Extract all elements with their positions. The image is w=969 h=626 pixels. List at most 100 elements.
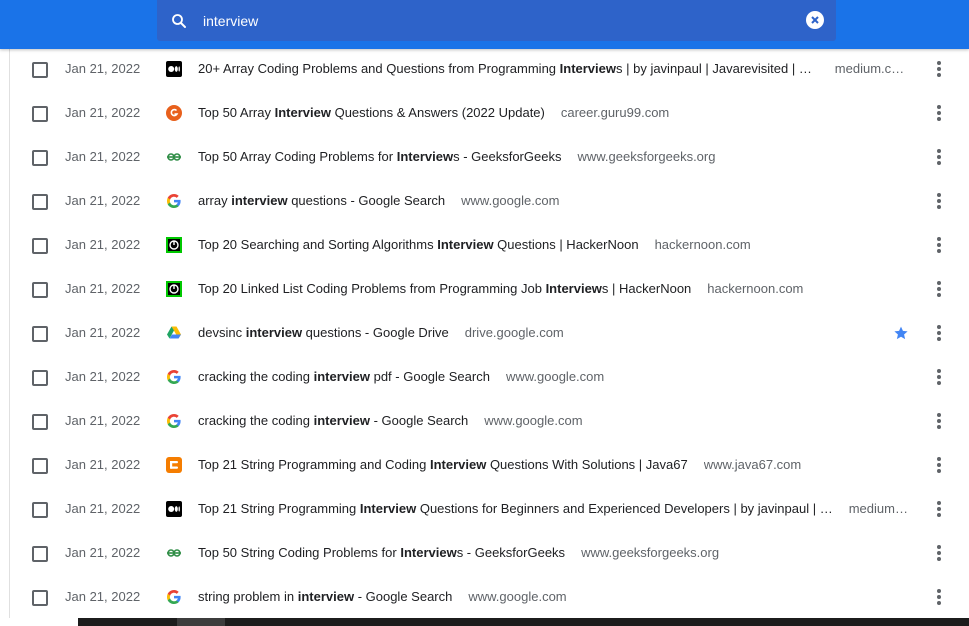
row-checkbox[interactable] (32, 414, 48, 430)
row-checkbox[interactable] (32, 458, 48, 474)
row-title-link[interactable]: Top 21 String Programming and Coding Int… (198, 456, 688, 474)
row-date: Jan 21, 2022 (65, 281, 141, 296)
row-title-link[interactable]: Top 50 String Coding Problems for Interv… (198, 544, 565, 562)
title-text: Top 21 String Programming (198, 501, 360, 516)
row-domain: www.google.com (468, 589, 567, 604)
row-title-link[interactable]: devsinc interview questions - Google Dri… (198, 324, 449, 342)
history-row[interactable]: Jan 21, 2022 Top 50 Array Interview Quest… (10, 91, 969, 135)
row-checkbox[interactable] (32, 502, 48, 518)
row-title-link[interactable]: 20+ Array Coding Problems and Questions … (198, 60, 819, 78)
row-checkbox[interactable] (32, 546, 48, 562)
history-row[interactable]: Jan 21, 2022 string problem in interview … (10, 575, 969, 619)
clear-search-button[interactable] (806, 11, 824, 29)
title-text: cracking the coding (198, 413, 314, 428)
row-checkbox[interactable] (32, 238, 48, 254)
row-domain: www.google.com (505, 369, 605, 384)
taskbar-active-item[interactable] (177, 618, 225, 626)
more-actions-button[interactable] (929, 323, 949, 343)
row-checkbox[interactable] (32, 282, 48, 298)
row-title-link[interactable]: cracking the coding interview - Google S… (198, 412, 468, 430)
row-domain: www.geeksforgeeks.org (577, 149, 716, 164)
medium-icon (166, 61, 182, 77)
row-checkbox[interactable] (32, 326, 48, 342)
row-content: Top 21 String Programming Interview Ques… (198, 500, 909, 518)
row-content: Top 20 Linked List Coding Problems from … (198, 280, 909, 298)
more-actions-button[interactable] (929, 103, 949, 123)
more-actions-button[interactable] (929, 499, 949, 519)
row-domain: medium.... (848, 501, 909, 516)
history-row[interactable]: Jan 21, 2022 Top 21 String Programming In… (10, 487, 969, 531)
title-text: Questions for Beginners and Experienced … (416, 501, 833, 516)
title-text: Top 20 Searching and Sorting Algorithms (198, 237, 438, 252)
row-date: Jan 21, 2022 (65, 237, 141, 252)
toolbar (0, 0, 969, 49)
more-actions-button[interactable] (929, 235, 949, 255)
title-text: - Google Search (354, 589, 453, 604)
more-actions-button[interactable] (929, 191, 949, 211)
more-actions-button[interactable] (929, 279, 949, 299)
more-actions-button[interactable] (929, 59, 949, 79)
title-match-highlight: Interview (274, 105, 331, 120)
row-title-link[interactable]: Top 20 Linked List Coding Problems from … (198, 280, 691, 298)
guru99-icon (166, 105, 182, 121)
row-checkbox[interactable] (32, 150, 48, 166)
more-actions-button[interactable] (929, 455, 949, 475)
row-content: Top 50 Array Interview Questions & Answe… (198, 104, 909, 122)
title-text: devsinc (198, 325, 246, 340)
row-date: Jan 21, 2022 (65, 501, 141, 516)
row-checkbox[interactable] (32, 370, 48, 386)
title-text: pdf - Google Search (369, 369, 490, 384)
hackernoon-icon (166, 237, 182, 253)
row-domain: career.guru99.com (560, 105, 670, 120)
star-icon[interactable] (893, 325, 909, 341)
history-row[interactable]: Jan 21, 2022 cracking the coding intervie… (10, 355, 969, 399)
title-text: Questions With Solutions | Java67 (486, 457, 688, 472)
row-checkbox[interactable] (32, 590, 48, 606)
row-content: 20+ Array Coding Problems and Questions … (198, 60, 909, 78)
row-title-link[interactable]: array interview questions - Google Searc… (198, 192, 445, 210)
history-row[interactable]: Jan 21, 2022 20+ Array Coding Problems an… (10, 47, 969, 91)
title-text: s | by javinpaul | Javarevisited | M... (616, 61, 819, 76)
row-checkbox[interactable] (32, 106, 48, 122)
title-text: string problem in (198, 589, 298, 604)
geeksforgeeks-icon (166, 149, 182, 165)
history-row[interactable]: Jan 21, 2022 Top 50 String Coding Problem… (10, 531, 969, 575)
row-title-link[interactable]: Top 21 String Programming Interview Ques… (198, 500, 833, 518)
history-row[interactable]: Jan 21, 2022 Top 21 String Programming an… (10, 443, 969, 487)
history-row[interactable]: Jan 21, 2022 Top 20 Linked List Coding Pr… (10, 267, 969, 311)
row-title-link[interactable]: Top 50 Array Coding Problems for Intervi… (198, 148, 561, 166)
title-text: Top 50 String Coding Problems for (198, 545, 401, 560)
title-text: Top 50 Array Coding Problems for (198, 149, 397, 164)
row-date: Jan 21, 2022 (65, 589, 141, 604)
row-content: Top 50 String Coding Problems for Interv… (198, 544, 909, 562)
more-actions-button[interactable] (929, 147, 949, 167)
google-drive-icon (166, 325, 182, 341)
history-row[interactable]: Jan 21, 2022 Top 20 Searching and Sorting… (10, 223, 969, 267)
search-input[interactable] (203, 10, 763, 31)
history-row[interactable]: Jan 21, 2022 Top 50 Array Coding Problems… (10, 135, 969, 179)
row-title-link[interactable]: cracking the coding interview pdf - Goog… (198, 368, 490, 386)
history-row[interactable]: Jan 21, 2022 devsinc interview questions … (10, 311, 969, 355)
row-title-link[interactable]: string problem in interview - Google Sea… (198, 588, 452, 606)
row-title-link[interactable]: Top 50 Array Interview Questions & Answe… (198, 104, 545, 122)
title-match-highlight: interview (297, 589, 355, 604)
title-text: Top 21 String Programming and Coding (198, 457, 430, 472)
hackernoon-icon (166, 281, 182, 297)
more-actions-button[interactable] (929, 587, 949, 607)
title-match-highlight: interview (245, 325, 303, 340)
title-match-highlight: interview (313, 413, 370, 428)
more-actions-button[interactable] (929, 543, 949, 563)
more-actions-button[interactable] (929, 367, 949, 387)
row-title-link[interactable]: Top 20 Searching and Sorting Algorithms … (198, 236, 639, 254)
more-actions-button[interactable] (929, 411, 949, 431)
title-text: Top 20 Linked List Coding Problems from … (198, 281, 546, 296)
row-checkbox[interactable] (32, 194, 48, 210)
history-row[interactable]: Jan 21, 2022 cracking the coding intervie… (10, 399, 969, 443)
row-checkbox[interactable] (32, 62, 48, 78)
row-domain: www.java67.com (703, 457, 802, 472)
row-date: Jan 21, 2022 (65, 545, 141, 560)
history-row[interactable]: Jan 21, 2022 array interview questions - … (10, 179, 969, 223)
title-match-highlight: Interview (359, 501, 417, 516)
row-date: Jan 21, 2022 (65, 457, 141, 472)
title-text: Top 50 Array (198, 105, 275, 120)
